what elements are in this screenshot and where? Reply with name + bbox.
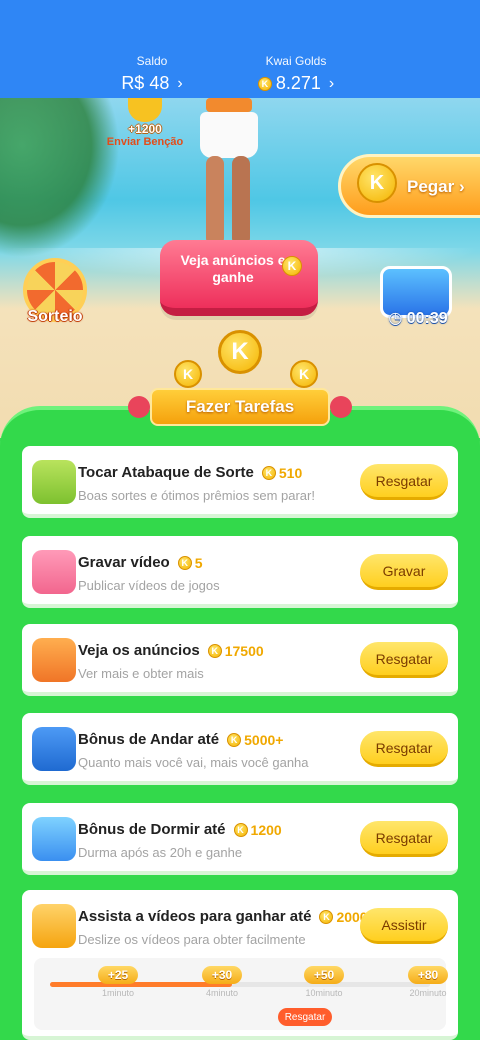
- timer-value: 00:39: [406, 310, 448, 327]
- pegar-button[interactable]: K Pegar ›: [338, 154, 480, 218]
- progress-step: +50 10minuto: [304, 966, 344, 998]
- task-title: Bônus de Andar até: [78, 731, 220, 748]
- coin-chest-timer[interactable]: ◷ 00:39: [380, 266, 456, 332]
- video-camera-icon: [32, 904, 76, 948]
- step-caption: 1minuto: [101, 988, 135, 998]
- character-avatar[interactable]: [186, 98, 272, 248]
- step-reward: +30: [202, 966, 242, 984]
- watch-ads-button[interactable]: Veja anúncios e ganhe K: [160, 240, 318, 316]
- kwai-coin-icon: K: [207, 643, 222, 658]
- kwai-coin-icon: K: [218, 330, 262, 374]
- task-subtitle: Ver mais e obter mais: [78, 666, 204, 681]
- pegar-label: Pegar: [407, 177, 455, 196]
- task-card: Veja os anúncios K 17500 Ver mais e obter …: [22, 624, 458, 696]
- task-reward: 1200: [250, 821, 282, 838]
- task-subtitle: Durma após as 20h e ganhe: [78, 845, 243, 860]
- task-action-button[interactable]: Resgatar: [360, 642, 448, 678]
- tasks-banner: K K K Fazer Tarefas: [122, 330, 358, 430]
- task-title: Tocar Atabaque de Sorte: [78, 464, 254, 481]
- task-subtitle: Boas sortes e ótimos prêmios sem parar!: [78, 488, 315, 503]
- kwai-coin-icon: K: [290, 360, 318, 388]
- kwai-coin-icon: K: [177, 555, 192, 570]
- walking-icon: [32, 727, 76, 771]
- step-caption: 10minuto: [305, 988, 343, 998]
- task-reward: 17500: [224, 642, 264, 659]
- task-action-button[interactable]: Gravar: [360, 554, 448, 590]
- bird-decoration-icon: [330, 396, 352, 418]
- chevron-right-icon[interactable]: ›: [177, 75, 182, 93]
- tasks-title: Fazer Tarefas: [150, 388, 330, 426]
- task-reward: 5: [194, 554, 203, 571]
- task-title: Gravar vídeo: [78, 554, 170, 571]
- task-action-button[interactable]: Resgatar: [360, 464, 448, 500]
- golds-section[interactable]: Kwai Golds K 8.271 ›: [236, 54, 356, 94]
- drum-icon: [32, 460, 76, 504]
- balance-section[interactable]: Saldo R$ 48 ›: [92, 54, 212, 94]
- task-subtitle: Quanto mais você vai, mais você ganha: [78, 755, 309, 770]
- kwai-coin-icon: K: [174, 360, 202, 388]
- task-card: Bônus de Dormir até K 1200 Durma após as 2…: [22, 803, 458, 875]
- task-card: Gravar vídeo K 5 Publicar vídeos de jogos …: [22, 536, 458, 608]
- task-title: Assista a vídeos para ganhar até: [78, 908, 312, 925]
- balance-value: R$ 48: [121, 73, 170, 93]
- header-bar: Saldo R$ 48 › Kwai Golds K 8.271 ›: [0, 0, 480, 98]
- task-subtitle: Deslize os vídeos para obter facilmente: [78, 932, 306, 947]
- sorteio-label: Sorteio: [27, 308, 83, 325]
- progress-step: +80 20minuto: [408, 966, 448, 998]
- tv-icon: [32, 638, 76, 682]
- kwai-coin-icon: K: [257, 76, 272, 91]
- task-action-button[interactable]: Resgatar: [360, 731, 448, 767]
- progress-claim-button[interactable]: Resgatar: [278, 1008, 332, 1026]
- task-action-button[interactable]: Resgatar: [360, 821, 448, 857]
- kwai-coin-icon: K: [357, 163, 397, 203]
- progress-step: +30 4minuto: [202, 966, 242, 998]
- kwai-coin-icon: K: [261, 465, 276, 480]
- task-card: Tocar Atabaque de Sorte K 510 Boas sortes …: [22, 446, 458, 518]
- step-reward: +50: [304, 966, 344, 984]
- coin-bag-icon: [128, 98, 162, 122]
- golds-label: Kwai Golds: [265, 54, 327, 68]
- task-title: Bônus de Dormir até: [78, 821, 226, 838]
- clock-icon: ◷: [388, 310, 403, 327]
- task-card: Assista a vídeos para ganhar até K 2000 De…: [22, 890, 458, 1040]
- sleep-icon: [32, 817, 76, 861]
- chevron-right-icon: ›: [458, 177, 465, 196]
- progress-step: +25 1minuto: [98, 966, 138, 998]
- task-reward: 510: [278, 464, 303, 481]
- kwai-coin-icon: K: [233, 822, 248, 837]
- camera-record-icon: [32, 550, 76, 594]
- balance-label: Saldo: [136, 54, 168, 68]
- task-reward: 5000+: [244, 731, 284, 748]
- blessing-label: Enviar Benção: [106, 136, 184, 148]
- chevron-right-icon[interactable]: ›: [329, 75, 334, 93]
- task-action-button[interactable]: Assistir: [360, 908, 448, 944]
- blessing-amount: +1200: [128, 122, 162, 136]
- task-subtitle: Publicar vídeos de jogos: [78, 578, 220, 593]
- step-reward: +25: [98, 966, 138, 984]
- step-reward: +80: [408, 966, 448, 984]
- kwai-coin-icon: K: [227, 732, 242, 747]
- watch-ads-label: Veja anúncios e ganhe: [180, 252, 286, 285]
- kwai-coin-icon: K: [319, 909, 334, 924]
- bird-decoration-icon: [128, 396, 150, 418]
- golds-value: 8.271: [275, 73, 321, 93]
- task-title: Veja os anúncios: [78, 642, 200, 659]
- step-caption: 4minuto: [205, 988, 239, 998]
- kwai-coin-icon: K: [282, 256, 302, 276]
- sorteio-widget[interactable]: Sorteio: [18, 258, 92, 326]
- video-progress-tracker: +25 1minuto +30 4minuto +50 10minuto +80…: [34, 958, 448, 1030]
- step-caption: 20minuto: [409, 988, 447, 998]
- send-blessing-widget[interactable]: +1200 Enviar Benção: [100, 98, 190, 148]
- task-card: Bônus de Andar até K 5000+ Quanto mais voc…: [22, 713, 458, 785]
